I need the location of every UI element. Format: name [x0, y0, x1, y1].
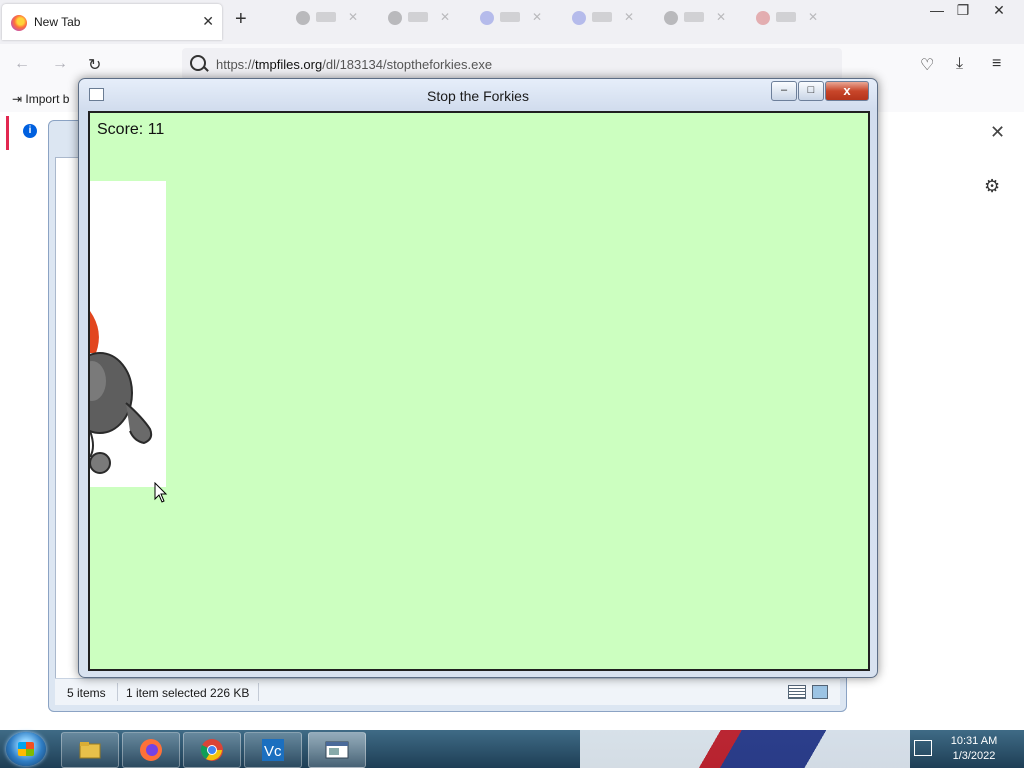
info-icon: i	[23, 124, 37, 138]
game-window: Stop the Forkies – □ x Score: 11	[78, 78, 878, 678]
game-canvas[interactable]: Score: 11	[88, 111, 870, 671]
taskbar-game-window[interactable]	[308, 732, 366, 768]
clock-time: 10:31 AM	[950, 735, 998, 747]
url-text: https://tmpfiles.org/dl/183134/stopthefo…	[216, 57, 493, 72]
back-icon[interactable]: ←	[14, 55, 30, 73]
status-selection: 1 item selected 226 KB	[126, 686, 250, 700]
maximize-button[interactable]: □	[798, 81, 824, 101]
preview-view-icon[interactable]	[812, 685, 828, 699]
windows-logo-icon	[18, 742, 34, 756]
tab-close-icon[interactable]: ✕	[202, 13, 214, 30]
taskbar-file-explorer[interactable]	[61, 732, 119, 768]
notification-close-icon[interactable]: ✕	[990, 122, 1005, 143]
score-label: Score: 11	[97, 121, 165, 138]
reload-icon[interactable]: ↻	[88, 55, 101, 75]
forward-icon[interactable]: →	[52, 55, 68, 73]
window-restore-button[interactable]: ❐	[948, 0, 978, 20]
taskbar-chrome[interactable]	[183, 732, 241, 768]
folder-icon	[79, 742, 101, 759]
window-close-button[interactable]: ✕	[984, 0, 1014, 20]
clock-date: 1/3/2022	[952, 750, 996, 762]
pocket-icon[interactable]: ♡	[920, 55, 934, 75]
taskbar-vscode[interactable]: Vc	[244, 732, 302, 768]
menu-icon[interactable]: ≡	[992, 55, 1001, 73]
taskbar: Vc	[0, 730, 1024, 768]
status-item-count: 5 items	[67, 686, 106, 700]
download-icon[interactable]: ⤓	[956, 55, 963, 73]
start-button[interactable]	[6, 732, 46, 766]
svg-text:Vc: Vc	[264, 743, 282, 760]
details-view-icon[interactable]	[788, 685, 806, 699]
url-bar[interactable]: https://tmpfiles.org/dl/183134/stopthefo…	[182, 48, 842, 80]
close-button[interactable]: x	[825, 81, 869, 101]
firefox-icon	[11, 15, 27, 31]
mouse-cursor-icon	[154, 482, 168, 503]
import-bookmarks-link[interactable]: ⇥ Import b	[12, 92, 69, 106]
new-tab-button[interactable]: +	[235, 9, 247, 29]
gear-icon[interactable]: ⚙	[984, 176, 1000, 197]
forkie-character	[90, 311, 153, 474]
tab-title: New Tab	[34, 15, 81, 29]
clock[interactable]: 10:31 AM 1/3/2022	[944, 734, 1004, 764]
chrome-icon	[200, 739, 223, 761]
window-title: Stop the Forkies	[427, 88, 529, 104]
firefox-icon	[140, 739, 162, 761]
window-app-icon	[325, 741, 349, 759]
forkie-sprite[interactable]	[90, 181, 166, 487]
search-icon	[190, 55, 206, 71]
tab-strip: New Tab ✕ + ✕ ✕ ✕ ✕ ✕ ✕ — ❐ ✕	[0, 0, 1024, 44]
taskbar-firefox[interactable]	[122, 732, 180, 768]
network-icon[interactable]	[914, 740, 932, 756]
vscode-icon: Vc	[262, 739, 284, 761]
explorer-status-bar: 5 items 1 item selected 226 KB	[55, 678, 840, 705]
minimize-button[interactable]: –	[771, 81, 797, 101]
tab-new-tab[interactable]: New Tab ✕	[2, 4, 222, 40]
